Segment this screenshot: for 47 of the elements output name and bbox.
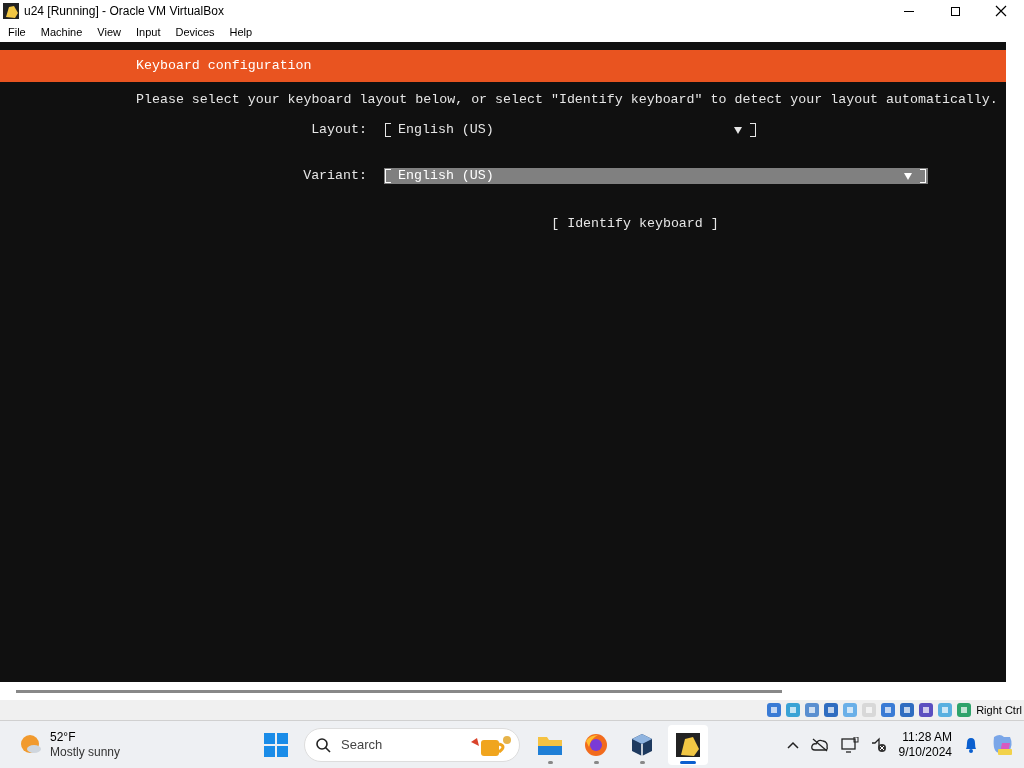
dropdown-arrow-icon: [904, 171, 912, 180]
chevron-up-icon[interactable]: [786, 740, 799, 749]
menu-item[interactable]: View: [97, 23, 121, 41]
start-button[interactable]: [264, 732, 288, 757]
status-device-icon[interactable]: [956, 702, 973, 718]
host-key-label: Right Ctrl: [976, 702, 1022, 718]
status-device-icon[interactable]: [766, 702, 783, 718]
field-label: Layout:: [310, 120, 368, 139]
window-title: u24 [Running] - Oracle VM VirtualBox: [24, 3, 224, 20]
weather-condition-text: Mostly sunny: [50, 744, 121, 760]
dropdown-value: English (US): [398, 120, 494, 139]
search-input[interactable]: Search: [341, 734, 441, 755]
status-device-icon[interactable]: [899, 702, 916, 718]
weather-sun-cloud-icon[interactable]: [20, 733, 42, 756]
temperature-text: 52°F: [50, 729, 77, 745]
dropdown[interactable]: English (US): [384, 167, 928, 184]
search-icon: [315, 736, 331, 753]
vm-window-icon[interactable]: [676, 732, 700, 757]
monitor-icon[interactable]: [840, 736, 859, 753]
clock-time[interactable]: 11:28 AM: [902, 729, 952, 745]
instructions-text: Please select your keyboard layout below, or select "Identify keyboard" to detect your layout automatically.: [136, 92, 998, 107]
header-title: Keyboard configuration: [136, 57, 312, 76]
sound-muted-icon[interactable]: [870, 736, 887, 753]
dropdown-arrow-icon: [734, 125, 742, 134]
menu-item[interactable]: Input: [135, 23, 161, 41]
menu-item[interactable]: Machine: [40, 23, 83, 41]
status-device-icon[interactable]: [918, 702, 935, 718]
search-bar[interactable]: Search: [304, 727, 520, 762]
status-device-icon[interactable]: [880, 702, 897, 718]
menu-item[interactable]: Help: [229, 23, 253, 41]
dropdown[interactable]: English (US): [384, 121, 758, 138]
taskbar-app[interactable]: [668, 724, 708, 765]
identify-keyboard-button[interactable]: [ Identify keyboard ]: [551, 213, 719, 234]
bell-icon[interactable]: [964, 736, 978, 753]
status-device-icon[interactable]: [823, 702, 840, 718]
horizontal-scrollbar[interactable]: [16, 689, 782, 693]
clock-date[interactable]: 9/10/2024: [898, 744, 952, 760]
menu-item[interactable]: Devices: [175, 23, 215, 41]
firefox-icon[interactable]: [584, 732, 608, 757]
cube-icon[interactable]: [630, 732, 654, 757]
dropdown-value: English (US): [398, 166, 494, 185]
status-device-icon[interactable]: [785, 702, 802, 718]
field-label: Variant:: [302, 166, 368, 185]
virtualbox-app-icon: [3, 3, 19, 19]
status-device-icon[interactable]: [804, 702, 821, 718]
cloud-off-icon[interactable]: [810, 737, 829, 752]
menu-item[interactable]: File: [8, 23, 26, 41]
